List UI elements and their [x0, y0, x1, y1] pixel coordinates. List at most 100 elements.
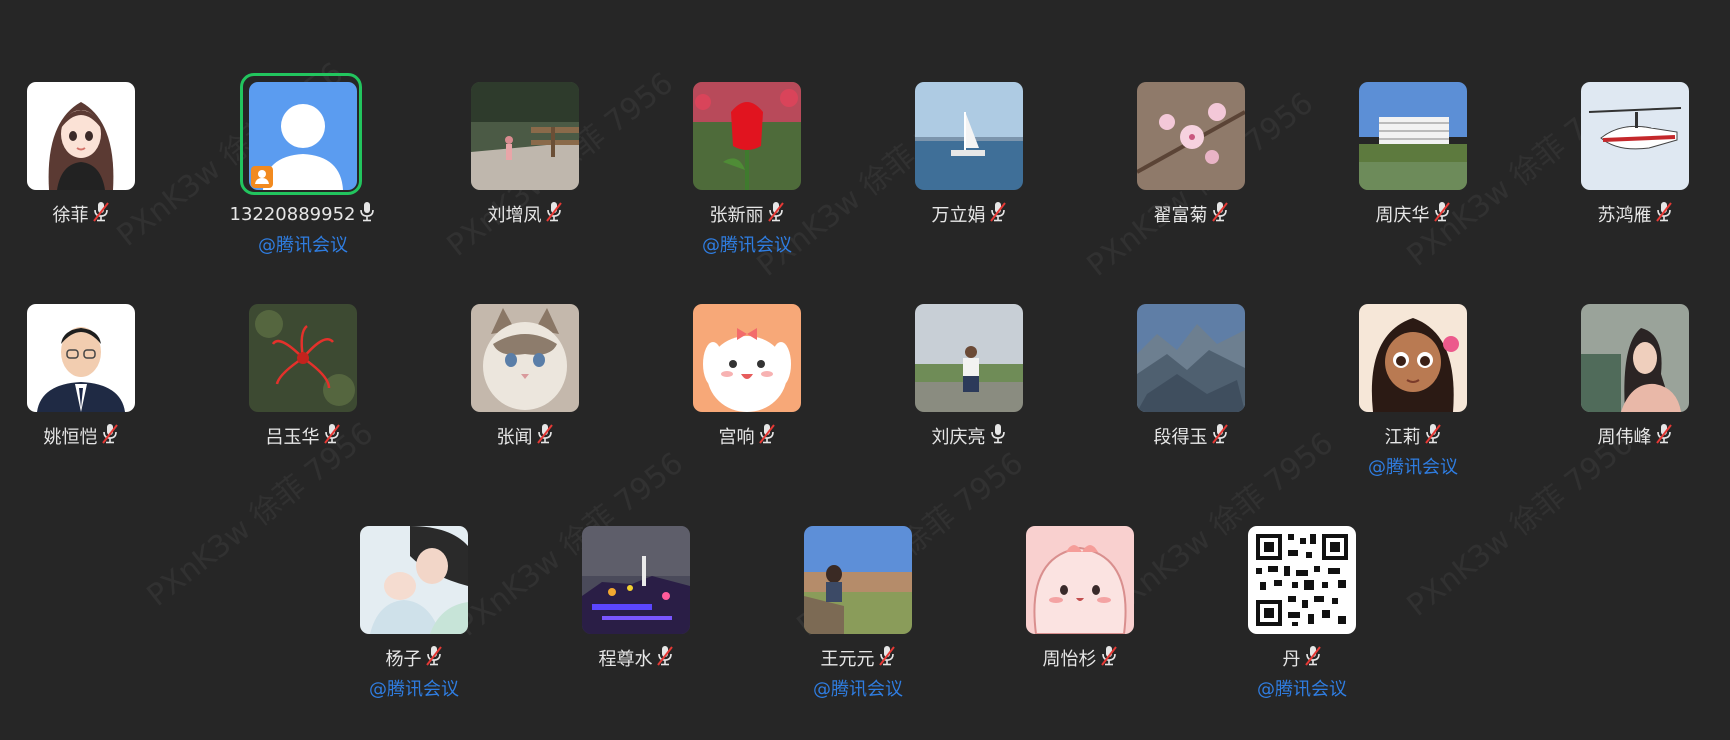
- mic-muted-icon: [1433, 201, 1451, 227]
- participant-tile[interactable]: 刘庆亮: [894, 304, 1044, 448]
- participant-name: 周庆华: [1375, 205, 1430, 226]
- participant-name: 周怡杉: [1042, 649, 1097, 670]
- participant-tile[interactable]: 宫响: [672, 304, 822, 448]
- participant-name: 杨子: [385, 649, 422, 670]
- participant-name: 13220889952: [229, 203, 356, 225]
- mic-muted-icon: [1211, 201, 1229, 227]
- participant-name: 翟富菊: [1153, 205, 1208, 226]
- participant-tile[interactable]: 杨子 @腾讯会议: [339, 526, 489, 701]
- mic-muted-icon: [1655, 423, 1673, 449]
- name-line: 吕玉华: [228, 424, 378, 448]
- pink-blob-cartoon-avatar-image: [1026, 526, 1134, 634]
- mic-muted-icon: [767, 201, 785, 227]
- org-tag: @腾讯会议: [702, 235, 792, 256]
- mic-muted-icon: [1100, 645, 1118, 671]
- avatar[interactable]: [1359, 304, 1467, 412]
- participant-tile[interactable]: 13220889952 @腾讯会议: [228, 73, 378, 257]
- avatar[interactable]: [915, 82, 1023, 190]
- avatar[interactable]: [915, 304, 1023, 412]
- participant-tile[interactable]: 江莉 @腾讯会议: [1338, 304, 1488, 479]
- mic-muted-icon: [878, 645, 896, 671]
- name-line: 周庆华: [1338, 202, 1488, 226]
- name-line: 13220889952: [228, 202, 378, 226]
- mic-muted-icon: [989, 201, 1007, 227]
- mic-muted-icon: [323, 423, 341, 449]
- name-line: 杨子: [339, 646, 489, 670]
- participant-tile[interactable]: 周怡杉: [1005, 526, 1155, 670]
- org-tag: @腾讯会议: [258, 235, 348, 256]
- name-line: 刘增凤: [450, 202, 600, 226]
- avatar[interactable]: [582, 526, 690, 634]
- participant-tile[interactable]: 徐菲: [6, 82, 156, 226]
- org-tag: @腾讯会议: [813, 679, 903, 700]
- avatar[interactable]: [693, 304, 801, 412]
- avatar[interactable]: [360, 526, 468, 634]
- participant-name: 江莉: [1384, 427, 1421, 448]
- name-line: 张闻: [450, 424, 600, 448]
- name-line: 程尊水: [561, 646, 711, 670]
- avatar[interactable]: [27, 304, 135, 412]
- name-line: 万立娟: [894, 202, 1044, 226]
- participant-name: 姚恒恺: [43, 427, 98, 448]
- participant-name: 刘增凤: [487, 205, 542, 226]
- participant-name: 苏鸿雁: [1597, 205, 1652, 226]
- name-line: 张新丽: [672, 202, 822, 226]
- participant-tile[interactable]: 张闻: [450, 304, 600, 448]
- participant-name: 程尊水: [598, 649, 653, 670]
- participant-tile[interactable]: 姚恒恺: [6, 304, 156, 448]
- avatar[interactable]: [1137, 304, 1245, 412]
- participant-tile[interactable]: 张新丽 @腾讯会议: [672, 82, 822, 257]
- mic-muted-icon: [425, 645, 443, 671]
- avatar[interactable]: [1248, 526, 1356, 634]
- participant-tile[interactable]: 吕玉华: [228, 304, 378, 448]
- mic-on-icon: [358, 201, 376, 227]
- sailboat-photo-avatar-image: [915, 82, 1023, 190]
- name-line: 苏鸿雁: [1560, 202, 1710, 226]
- name-line: 周怡杉: [1005, 646, 1155, 670]
- participant-name: 张闻: [496, 427, 533, 448]
- woman-cartoon-avatar-image: [27, 82, 135, 190]
- participant-tile[interactable]: 程尊水: [561, 526, 711, 670]
- avatar[interactable]: [1026, 526, 1134, 634]
- avatar[interactable]: [471, 82, 579, 190]
- name-line: 宫响: [672, 424, 822, 448]
- helicopter-photo-avatar-image: [1581, 82, 1689, 190]
- trail-photo-avatar-image: [471, 82, 579, 190]
- moana-cartoon-avatar-image: [1359, 304, 1467, 412]
- man-portrait-avatar-image: [27, 304, 135, 412]
- man-outdoor-photo-avatar-image: [915, 304, 1023, 412]
- participant-tile[interactable]: 万立娟: [894, 82, 1044, 226]
- participant-tile[interactable]: 周庆华: [1338, 82, 1488, 226]
- participant-name: 徐菲: [52, 205, 89, 226]
- participant-tile[interactable]: 翟富菊: [1116, 82, 1266, 226]
- participant-name: 宫响: [718, 427, 755, 448]
- avatar[interactable]: [27, 82, 135, 190]
- participant-tile[interactable]: 丹 @腾讯会议: [1227, 526, 1377, 701]
- avatar[interactable]: [240, 73, 362, 195]
- building-photo-avatar-image: [1359, 82, 1467, 190]
- avatar[interactable]: [693, 82, 801, 190]
- participant-tile[interactable]: 刘增凤: [450, 82, 600, 226]
- qr-code-avatar-image: [1248, 526, 1356, 634]
- mic-muted-icon: [758, 423, 776, 449]
- name-line: 翟富菊: [1116, 202, 1266, 226]
- participant-name: 刘庆亮: [931, 427, 986, 448]
- avatar[interactable]: [1581, 82, 1689, 190]
- avatar[interactable]: [471, 304, 579, 412]
- participant-name: 吕玉华: [265, 427, 320, 448]
- avatar[interactable]: [1581, 304, 1689, 412]
- avatar[interactable]: [1137, 82, 1245, 190]
- participant-name: 万立娟: [931, 205, 986, 226]
- city-view-photo-avatar-image: [804, 526, 912, 634]
- participant-tile[interactable]: 苏鸿雁: [1560, 82, 1710, 226]
- avatar[interactable]: [804, 526, 912, 634]
- avatar[interactable]: [1359, 82, 1467, 190]
- avatar[interactable]: [249, 304, 357, 412]
- participant-tile[interactable]: 段得玉: [1116, 304, 1266, 448]
- participant-tile[interactable]: 王元元 @腾讯会议: [783, 526, 933, 701]
- name-line: 王元元: [783, 646, 933, 670]
- mic-on-icon: [989, 423, 1007, 449]
- mic-muted-icon: [536, 423, 554, 449]
- mic-muted-icon: [1424, 423, 1442, 449]
- participant-tile[interactable]: 周伟峰: [1560, 304, 1710, 448]
